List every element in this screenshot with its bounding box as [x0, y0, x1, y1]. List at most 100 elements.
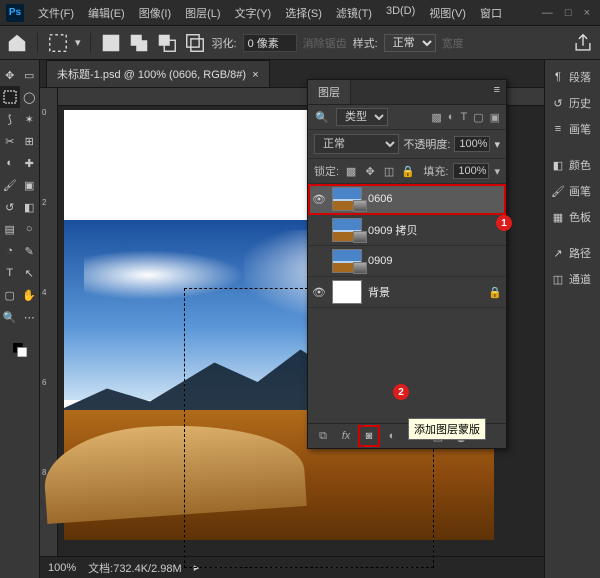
filter-type-select[interactable]: 类型: [336, 108, 388, 126]
chevron-down-icon[interactable]: ▾: [494, 138, 500, 151]
filter-type-icon[interactable]: T: [460, 111, 467, 124]
layer-row[interactable]: 👁 背景 🔒: [308, 277, 506, 308]
pen-tool[interactable]: ✎: [20, 240, 40, 262]
spot-heal-tool[interactable]: ✚: [20, 152, 40, 174]
filter-smart-icon[interactable]: ▣: [490, 111, 500, 124]
layer-row[interactable]: 0909 拷贝: [308, 215, 506, 246]
menu-window[interactable]: 窗口: [474, 1, 508, 25]
artboard-tool[interactable]: ▭: [20, 64, 40, 86]
layer-thumbnail[interactable]: [332, 249, 362, 273]
layer-name[interactable]: 0909: [368, 255, 502, 267]
menu-layer[interactable]: 图层(L): [179, 1, 226, 25]
filter-pixel-icon[interactable]: ▩: [431, 111, 441, 124]
close-button[interactable]: ×: [584, 7, 590, 19]
lasso-tool[interactable]: ⟆: [0, 108, 20, 130]
panel-color[interactable]: ◧颜色: [545, 152, 600, 178]
panel-channels[interactable]: ◫通道: [545, 266, 600, 292]
share-icon[interactable]: [572, 32, 594, 54]
panel-paths[interactable]: ↗路径: [545, 240, 600, 266]
home-icon[interactable]: [6, 32, 28, 54]
lock-artboard-icon[interactable]: ◫: [382, 164, 396, 178]
link-layers-icon[interactable]: ⧉: [316, 429, 330, 443]
new-selection-icon[interactable]: [100, 32, 122, 54]
chevron-down-icon[interactable]: ▾: [494, 165, 500, 178]
color-swatches[interactable]: [6, 336, 34, 364]
menu-3d[interactable]: 3D(D): [380, 1, 421, 25]
minimize-button[interactable]: —: [542, 7, 553, 19]
style-select[interactable]: 正常: [384, 34, 436, 52]
rect-marquee-tool[interactable]: [0, 86, 20, 108]
filter-shape-icon[interactable]: ▢: [473, 111, 483, 124]
search-icon[interactable]: 🔍: [314, 109, 330, 125]
layer-name[interactable]: 背景: [368, 284, 482, 300]
blend-mode-select[interactable]: 正常: [314, 134, 399, 154]
layer-row[interactable]: 0909: [308, 246, 506, 277]
dodge-tool[interactable]: ◔: [0, 240, 20, 262]
visibility-toggle[interactable]: [312, 223, 326, 237]
layer-thumbnail[interactable]: [332, 187, 362, 211]
history-brush-tool[interactable]: ↺: [0, 196, 20, 218]
layer-thumbnail[interactable]: [332, 218, 362, 242]
maximize-button[interactable]: □: [565, 7, 572, 19]
eyedropper-tool[interactable]: ◐: [0, 152, 20, 174]
layer-name[interactable]: 0909 拷贝: [368, 222, 502, 238]
close-tab-icon[interactable]: ×: [252, 69, 258, 81]
fill-input[interactable]: [453, 163, 489, 179]
chevron-down-icon[interactable]: ▾: [75, 36, 81, 49]
move-tool[interactable]: ✥: [0, 64, 20, 86]
menu-image[interactable]: 图像(I): [133, 1, 177, 25]
document-tab[interactable]: 未标题-1.psd @ 100% (0606, RGB/8#) ×: [46, 60, 270, 87]
add-mask-icon[interactable]: ◙: [362, 429, 376, 443]
menu-filter[interactable]: 滤镜(T): [330, 1, 378, 25]
panel-brush[interactable]: 🖌画笔: [545, 178, 600, 204]
menu-file[interactable]: 文件(F): [32, 1, 80, 25]
menu-view[interactable]: 视图(V): [423, 1, 472, 25]
visibility-toggle[interactable]: 👁: [312, 285, 326, 299]
layer-thumbnail[interactable]: [332, 280, 362, 304]
menu-select[interactable]: 选择(S): [279, 1, 328, 25]
brush-tool[interactable]: 🖌: [0, 174, 20, 196]
filter-adjust-icon[interactable]: ◐: [448, 111, 455, 124]
lock-all-icon[interactable]: 🔒: [401, 164, 415, 178]
hand-tool[interactable]: ✋: [20, 284, 40, 306]
subtract-selection-icon[interactable]: [156, 32, 178, 54]
doc-size-info[interactable]: 文档:732.4K/2.98M: [88, 560, 182, 576]
ellipse-marquee-tool[interactable]: ◯: [20, 86, 40, 108]
panel-swatches[interactable]: ▦色板: [545, 204, 600, 230]
rectangle-tool[interactable]: ▢: [0, 284, 20, 306]
layer-row[interactable]: 👁 0606: [308, 184, 506, 215]
zoom-level[interactable]: 100%: [48, 562, 76, 574]
add-selection-icon[interactable]: [128, 32, 150, 54]
zoom-tool[interactable]: 🔍: [0, 306, 20, 328]
frame-tool[interactable]: ⊞: [20, 130, 40, 152]
panel-brushes[interactable]: ≡画笔: [545, 116, 600, 142]
opacity-input[interactable]: [454, 136, 490, 152]
panel-history[interactable]: ↺历史: [545, 90, 600, 116]
layers-tab[interactable]: 图层: [308, 80, 351, 104]
visibility-toggle[interactable]: [312, 254, 326, 268]
panel-menu-icon[interactable]: ≡: [488, 80, 506, 104]
panel-paragraph[interactable]: ¶段落: [545, 64, 600, 90]
crop-tool[interactable]: ✂: [0, 130, 20, 152]
quick-select-tool[interactable]: ✶: [20, 108, 40, 130]
visibility-toggle[interactable]: 👁: [312, 192, 326, 206]
layer-name[interactable]: 0606: [368, 193, 502, 205]
type-tool[interactable]: T: [0, 262, 20, 284]
intersect-selection-icon[interactable]: [184, 32, 206, 54]
gradient-tool[interactable]: ▤: [0, 218, 20, 240]
edit-toolbar[interactable]: ⋯: [20, 306, 40, 328]
lock-pixels-icon[interactable]: ▩: [344, 164, 358, 178]
marquee-icon[interactable]: [47, 32, 69, 54]
blur-tool[interactable]: ○: [20, 218, 40, 240]
fill-label: 填充:: [423, 163, 448, 179]
adjustment-layer-icon[interactable]: ◐: [385, 429, 399, 443]
menu-type[interactable]: 文字(Y): [229, 1, 278, 25]
path-select-tool[interactable]: ↖: [20, 262, 40, 284]
menu-edit[interactable]: 编辑(E): [82, 1, 131, 25]
feather-input[interactable]: [243, 34, 297, 52]
eraser-tool[interactable]: ◧: [20, 196, 40, 218]
history-icon: ↺: [551, 96, 565, 110]
layer-style-icon[interactable]: fx: [339, 429, 353, 443]
clone-tool[interactable]: ▣: [20, 174, 40, 196]
lock-position-icon[interactable]: ✥: [363, 164, 377, 178]
